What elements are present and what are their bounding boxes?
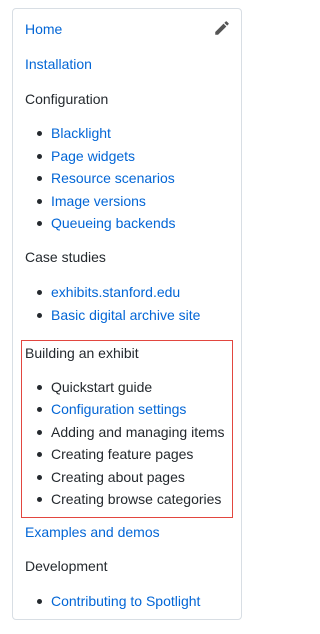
section-title-building-exhibit: Building an exhibit — [25, 345, 139, 361]
bullet — [37, 497, 42, 502]
bullet — [37, 407, 42, 412]
bullet — [37, 385, 42, 390]
nav-home-link[interactable]: Home — [25, 20, 62, 38]
nav-image-versions-link[interactable]: Image versions — [51, 192, 146, 210]
nav-configuration-settings-link[interactable]: Configuration settings — [51, 400, 186, 418]
bullet — [37, 176, 42, 181]
nav-installation-link[interactable]: Installation — [25, 55, 92, 73]
bullet — [37, 131, 42, 136]
bullet — [37, 221, 42, 226]
section-title-development: Development — [25, 558, 108, 574]
nav-basic-digital-archive-link[interactable]: Basic digital archive site — [51, 306, 200, 324]
nav-quickstart-guide-text: Quickstart guide — [51, 379, 153, 395]
nav-creating-browse-categories-text: Creating browse categories — [51, 491, 222, 507]
nav-examples-demos-link[interactable]: Examples and demos — [25, 523, 160, 541]
nav-resource-scenarios-link[interactable]: Resource scenarios — [51, 169, 175, 187]
section-title-configuration: Configuration — [25, 91, 109, 107]
nav-blacklight-link[interactable]: Blacklight — [51, 124, 111, 142]
nav-contributing-spotlight-link[interactable]: Contributing to Spotlight — [51, 592, 200, 610]
section-title-case-studies: Case studies — [25, 249, 106, 265]
nav-exhibits-stanford-link[interactable]: exhibits.stanford.edu — [51, 283, 180, 301]
bullet — [37, 452, 42, 457]
nav-adding-managing-items-text: Adding and managing items — [51, 424, 225, 440]
bullet — [37, 430, 42, 435]
bullet — [37, 475, 42, 480]
nav-creating-feature-pages-text: Creating feature pages — [51, 446, 194, 462]
bullet — [37, 199, 42, 204]
nav-creating-about-pages-text: Creating about pages — [51, 469, 185, 485]
nav-queueing-backends-link[interactable]: Queueing backends — [51, 214, 176, 232]
nav-page-widgets-link[interactable]: Page widgets — [51, 147, 135, 165]
sidebar-nav-panel: Home Installation Configuration Blacklig… — [12, 8, 242, 620]
bullet — [37, 313, 42, 318]
bullet — [37, 290, 42, 295]
bullet — [37, 599, 42, 604]
pencil-icon[interactable] — [213, 19, 231, 37]
bullet — [37, 154, 42, 159]
